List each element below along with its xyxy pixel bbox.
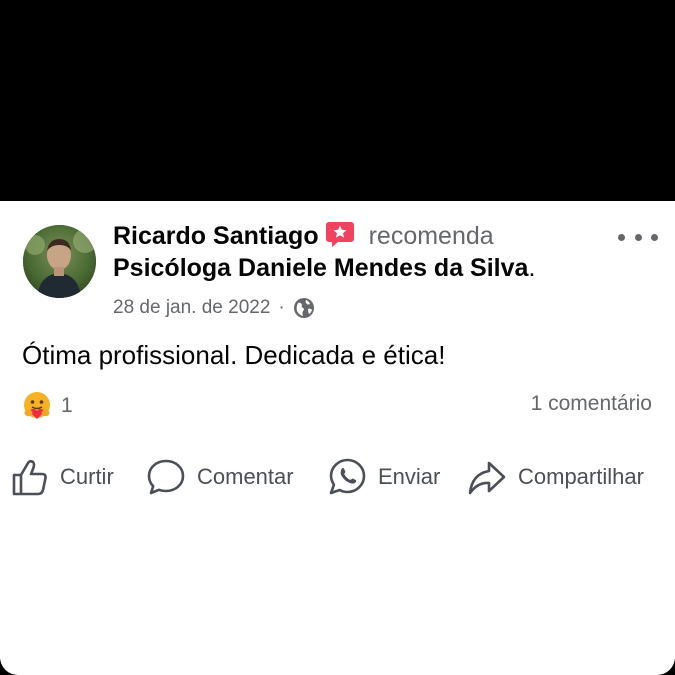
recommend-label: recomenda	[368, 221, 494, 250]
reactions-summary[interactable]: 1	[21, 390, 73, 422]
send-label: Enviar	[378, 464, 441, 489]
recommend-badge-icon	[325, 219, 355, 249]
comment-button[interactable]: Comentar	[146, 452, 294, 502]
like-icon	[11, 457, 49, 497]
share-icon	[467, 457, 507, 497]
page-name-suffix: .	[528, 254, 536, 282]
whatsapp-icon	[328, 457, 367, 497]
care-reaction-icon	[21, 390, 53, 422]
page-name-text[interactable]: Psicóloga Daniele Mendes da Silva	[113, 254, 528, 282]
more-options-icon[interactable]	[618, 225, 658, 249]
action-bar: Curtir Comentar Enviar Compartilhar	[0, 452, 675, 502]
author-name[interactable]: Ricardo Santiago	[113, 222, 319, 251]
avatar-image	[23, 225, 96, 298]
black-banner	[0, 0, 675, 201]
post-text: Ótima profissional. Dedicada e ética!	[22, 340, 446, 370]
globe-icon	[293, 297, 315, 319]
like-label: Curtir	[60, 464, 114, 489]
share-label: Compartilhar	[518, 464, 644, 489]
comment-label: Comentar	[197, 464, 294, 489]
meta-separator: ·	[278, 297, 285, 318]
comment-icon	[146, 457, 186, 497]
send-button[interactable]: Enviar	[328, 452, 440, 502]
comments-count[interactable]: 1 comentário	[531, 392, 652, 416]
avatar[interactable]	[23, 225, 96, 298]
card-bottom	[0, 643, 675, 675]
like-button[interactable]: Curtir	[11, 452, 114, 502]
post-meta: 28 de jan. de 2022 ·	[113, 294, 315, 322]
share-button[interactable]: Compartilhar	[467, 452, 644, 502]
reactions-count: 1	[61, 394, 73, 417]
post-date[interactable]: 28 de jan. de 2022	[113, 297, 270, 319]
page-name[interactable]: Psicóloga Daniele Mendes da Silva.	[113, 254, 535, 283]
post-header: Ricardo Santiago recomenda	[113, 219, 494, 253]
